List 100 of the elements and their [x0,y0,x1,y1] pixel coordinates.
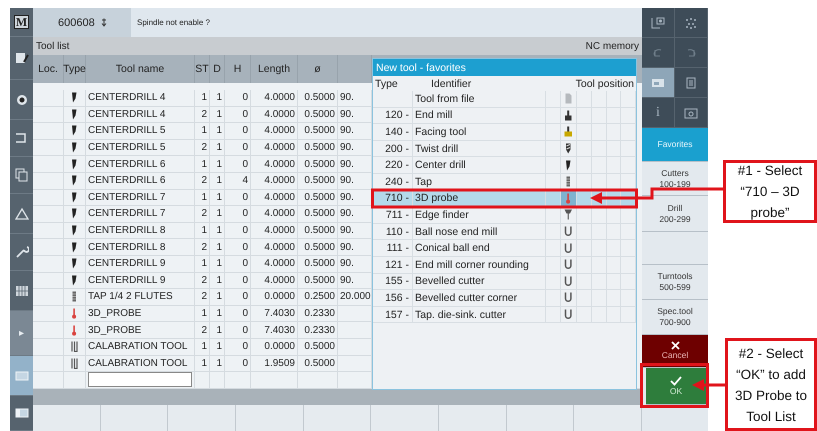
u-shape-icon [70,358,79,369]
wrench-icon [14,245,28,259]
tool-name: Tool from file [413,91,546,108]
type-number: 157 - [373,306,413,324]
list-item[interactable]: 220 - Center drill [373,157,636,174]
table-cell: CENTERDRILL 7 [86,206,195,223]
edit-icon [14,51,28,65]
list-item[interactable]: 140 - Facing tool [373,124,636,141]
table-cell: 1 [210,190,225,206]
type-number: 120 - [373,108,413,124]
drill-icon [564,160,573,171]
callout: #2 - Select “OK” to add 3D Probe to Tool List [725,338,817,431]
tool-name: Ball nose end mill [413,224,546,240]
ok-button[interactable]: OK [646,368,706,405]
list-item[interactable]: 157 - Tap. die-sink. cutter [373,306,636,324]
list-item[interactable]: 121 - End mill corner rounding [373,256,636,274]
type-number: 155 - [373,274,413,290]
drill-icon [70,274,79,286]
table-cell: 0.2330 [298,306,338,322]
column-header: ø [298,55,338,83]
table-cell: 0.5000 [298,172,338,190]
table-cell: CENTERDRILL 6 [86,156,195,173]
tool-name: 3D probe [413,190,546,208]
table-cell: 1 [210,356,225,372]
toolbar-button[interactable] [642,8,675,38]
close-icon [670,341,680,350]
column-header: ST [195,55,210,83]
table-cell: 4.0000 [251,239,298,256]
column-header: Identifier [430,78,472,90]
table-cell: CALABRATION TOOL [86,338,195,356]
table-cell: 4.0000 [251,123,298,140]
table-cell: 4.0000 [251,222,298,240]
table-cell: 1 [195,156,210,173]
window-icon [14,368,28,382]
list-item[interactable]: 156 - Bevelled cutter corner [373,290,636,307]
table-cell: 0 [225,272,251,290]
table-cell: 4.0000 [251,140,298,156]
drill-icon [70,258,79,270]
drill-icon [70,142,79,154]
memory-label: NC memory [586,40,639,52]
tool-name: Edge finder [413,207,546,224]
list-item[interactable]: 200 - Twist drill [373,140,636,158]
table-cell: 2 [195,272,210,290]
toolbar-button[interactable] [675,8,708,38]
toolbar-button[interactable] [675,68,708,98]
table-cell: TAP 1/4 2 FLUTES [86,289,195,306]
callout-arrow [692,379,725,391]
table-cell: CENTERDRILL 5 [86,140,195,156]
panel-title: Tool list [36,40,70,52]
table-cell: 1 [210,90,225,107]
tool-name: Conical ball end [413,240,546,257]
list-item[interactable]: 111 - Conical ball end [373,240,636,257]
sidebar-button[interactable] [10,356,33,396]
table-cell: 4.0000 [251,106,298,124]
end-mill-icon [564,110,573,121]
table-cell: 2 [195,322,210,339]
alarm-message: Spindle not enable ? [137,18,210,27]
table-cell: 0.5000 [298,156,338,173]
table-cell: 1 [210,322,225,339]
list-item[interactable]: 711 - Edge finder [373,207,636,224]
type-number: 140 - [373,124,413,141]
table-cell: CENTERDRILL 4 [86,90,195,107]
table-cell: 0 [225,190,251,206]
table-cell: CENTERDRILL 9 [86,272,195,290]
list-item[interactable]: 120 - End mill [373,108,636,124]
drill-icon [70,92,79,104]
table-cell: 1 [210,156,225,173]
table-cell: 1 [210,272,225,290]
table-cell: 0.5000 [298,222,338,240]
table-cell: CENTERDRILL 6 [86,172,195,190]
toolbar-button[interactable] [642,68,675,98]
table-cell: 0 [225,289,251,306]
list-item[interactable]: 155 - Bevelled cutter [373,274,636,290]
table-cell: 4.0000 [251,172,298,190]
table-cell: 7.4030 [251,322,298,339]
table-cell: 2 [195,239,210,256]
table-cell: 1 [210,306,225,322]
table-cell: CENTERDRILL 9 [86,256,195,273]
table-cell: 4 [225,172,251,190]
list-item[interactable]: 110 - Ball nose end mill [373,224,636,240]
list-item[interactable]: Tool from file [373,91,636,108]
table-cell: 0 [225,356,251,372]
column-header: Length [251,55,298,83]
table-cell: 0 [225,239,251,256]
column-header: Tool position [574,78,635,90]
list-item[interactable]: 240 - Tap [373,174,636,191]
drill-icon [70,225,79,236]
drill-icon [70,175,79,186]
table-cell: 1 [195,190,210,206]
document-icon [564,93,573,104]
u-shape-icon [564,242,573,254]
table-cell: 3D_PROBE [86,306,195,322]
table-cell: 0.5000 [298,90,338,107]
table-cell: 1 [195,306,210,322]
table-cell [546,207,561,224]
tool-name: Tap. die-sink. cutter [413,306,546,324]
facing-tool-icon [564,126,573,138]
cancel-button[interactable]: Cancel [642,335,708,368]
column-header: H [225,55,251,83]
input-field[interactable] [88,372,192,388]
